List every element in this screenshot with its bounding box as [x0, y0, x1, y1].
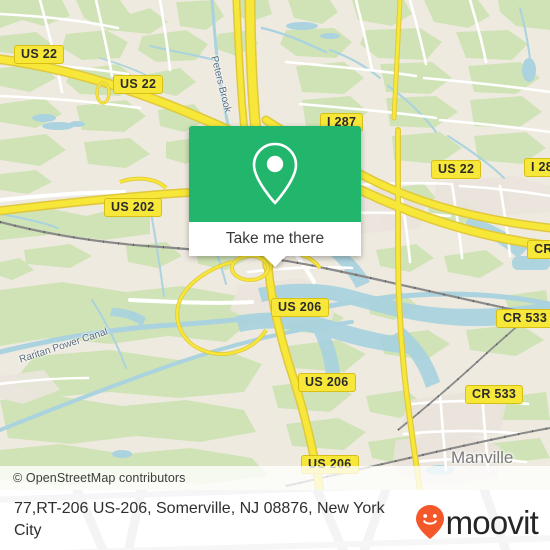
map-viewport[interactable]: US 22 US 22 US 22 I 287 I 28 US 202 US 2… — [0, 0, 550, 490]
map-attribution-bar: © OpenStreetMap contributors — [0, 466, 550, 490]
destination-popup-card[interactable]: Take me there — [189, 126, 361, 267]
road-shield-us-206-a[interactable]: US 206 — [271, 298, 329, 317]
road-shield-cr-533-b[interactable]: CR 533 — [465, 385, 524, 404]
destination-address: 77,RT-206 US-206, Somerville, NJ 08876, … — [14, 500, 385, 539]
popup-pointer-tail — [264, 256, 286, 267]
road-shield-us-22-c[interactable]: US 22 — [431, 160, 482, 179]
road-shield-cr-533-a[interactable]: CR 533 — [496, 309, 550, 328]
attribution-text[interactable]: © OpenStreetMap contributors — [13, 471, 186, 485]
moovit-map-screenshot: US 22 US 22 US 22 I 287 I 28 US 202 US 2… — [0, 0, 550, 550]
road-shield-us-206-b[interactable]: US 206 — [298, 373, 356, 392]
road-shield-us-22-b[interactable]: US 22 — [113, 75, 164, 94]
address-footer-bar: 77,RT-206 US-206, Somerville, NJ 08876, … — [0, 490, 550, 550]
place-label-manville: Manville — [451, 448, 514, 467]
moovit-wordmark: moovit — [445, 503, 539, 541]
road-shield-cr-6[interactable]: CR 6 — [527, 240, 550, 259]
take-me-there-label: Take me there — [225, 230, 325, 247]
road-shield-us-22-a[interactable]: US 22 — [14, 45, 65, 64]
popup-footer[interactable]: Take me there — [189, 222, 361, 256]
road-shield-i-28[interactable]: I 28 — [524, 158, 550, 177]
road-shield-us-202[interactable]: US 202 — [104, 198, 162, 217]
moovit-pin-smiley-icon — [415, 505, 444, 539]
location-pin-icon — [252, 142, 298, 205]
moovit-logo[interactable]: moovit — [415, 503, 539, 541]
popup-header — [189, 126, 361, 222]
